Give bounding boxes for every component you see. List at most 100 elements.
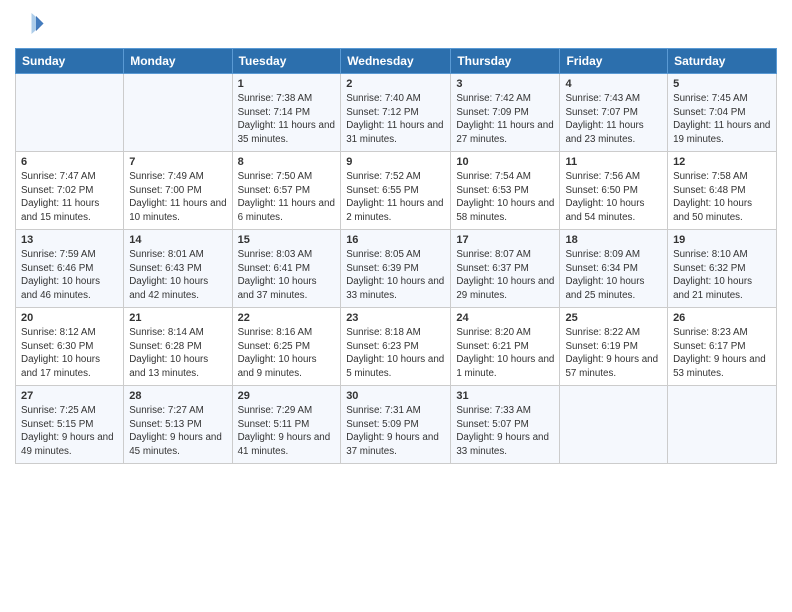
cell-content: Sunrise: 7:43 AM Sunset: 7:07 PM Dayligh… [565,92,662,147]
day-number: 9 [346,156,445,168]
calendar-cell: 3Sunrise: 7:42 AM Sunset: 7:09 PM Daylig… [451,74,560,152]
cell-content: Sunrise: 7:54 AM Sunset: 6:53 PM Dayligh… [456,170,554,225]
calendar-cell: 30Sunrise: 7:31 AM Sunset: 5:09 PM Dayli… [341,386,451,464]
day-number: 19 [673,234,771,246]
calendar-cell: 18 Sunrise: 8:09 AM Sunset: 6:34 PM Dayli… [560,230,668,308]
cell-content: Sunrise: 8:03 AM Sunset: 6:41 PM Dayligh… [238,248,336,303]
cell-content: Sunrise: 8:20 AM Sunset: 6:21 PM Dayligh… [456,326,554,381]
day-header-saturday: Saturday [668,49,777,74]
cell-content: Sunrise: 7:38 AM Sunset: 7:14 PM Dayligh… [238,92,336,147]
day-number: 8 [238,156,336,168]
calendar-cell [16,74,124,152]
cell-content: Sunrise: 7:47 AM Sunset: 7:02 PM Dayligh… [21,170,118,225]
calendar-cell: 26Sunrise: 8:23 AM Sunset: 6:17 PM Dayli… [668,308,777,386]
cell-content: Sunrise: 7:50 AM Sunset: 6:57 PM Dayligh… [238,170,336,225]
logo-icon [15,10,45,40]
cell-content: Sunrise: 7:29 AM Sunset: 5:11 PM Dayligh… [238,404,336,459]
cell-content: Sunrise: 7:31 AM Sunset: 5:09 PM Dayligh… [346,404,445,459]
day-number: 23 [346,312,445,324]
day-number: 6 [21,156,118,168]
day-number: 5 [673,78,771,90]
day-header-wednesday: Wednesday [341,49,451,74]
calendar-cell: 2 Sunrise: 7:40 AM Sunset: 7:12 PM Daylig… [341,74,451,152]
day-number: 20 [21,312,118,324]
week-row-4: 20 Sunrise: 8:12 AM Sunset: 6:30 PM Dayli… [16,308,777,386]
calendar-cell: 21Sunrise: 8:14 AM Sunset: 6:28 PM Dayli… [124,308,232,386]
cell-content: Sunrise: 8:12 AM Sunset: 6:30 PM Dayligh… [21,326,118,381]
day-number: 13 [21,234,118,246]
cell-content: Sunrise: 7:27 AM Sunset: 5:13 PM Dayligh… [129,404,226,459]
cell-content: Sunrise: 7:45 AM Sunset: 7:04 PM Dayligh… [673,92,771,147]
week-row-2: 6 Sunrise: 7:47 AM Sunset: 7:02 PM Daylig… [16,152,777,230]
cell-content: Sunrise: 8:09 AM Sunset: 6:34 PM Dayligh… [565,248,662,303]
calendar-cell: 27 Sunrise: 7:25 AM Sunset: 5:15 PM Dayli… [16,386,124,464]
day-number: 11 [565,156,662,168]
calendar-cell: 4 Sunrise: 7:43 AM Sunset: 7:07 PM Daylig… [560,74,668,152]
day-number: 25 [565,312,662,324]
day-number: 31 [456,390,554,402]
calendar-cell: 31 Sunrise: 7:33 AM Sunset: 5:07 PM Dayli… [451,386,560,464]
day-number: 10 [456,156,554,168]
day-number: 22 [238,312,336,324]
cell-content: Sunrise: 8:18 AM Sunset: 6:23 PM Dayligh… [346,326,445,381]
day-number: 29 [238,390,336,402]
calendar-cell: 19 Sunrise: 8:10 AM Sunset: 6:32 PM Dayli… [668,230,777,308]
calendar-cell: 14 Sunrise: 8:01 AM Sunset: 6:43 PM Dayli… [124,230,232,308]
page: SundayMondayTuesdayWednesdayThursdayFrid… [0,0,792,612]
cell-content: Sunrise: 7:58 AM Sunset: 6:48 PM Dayligh… [673,170,771,225]
cell-content: Sunrise: 8:16 AM Sunset: 6:25 PM Dayligh… [238,326,336,381]
calendar-cell: 16Sunrise: 8:05 AM Sunset: 6:39 PM Dayli… [341,230,451,308]
calendar-cell: 8 Sunrise: 7:50 AM Sunset: 6:57 PM Daylig… [232,152,341,230]
day-header-friday: Friday [560,49,668,74]
calendar-cell: 7Sunrise: 7:49 AM Sunset: 7:00 PM Daylig… [124,152,232,230]
cell-content: Sunrise: 8:10 AM Sunset: 6:32 PM Dayligh… [673,248,771,303]
cell-content: Sunrise: 8:14 AM Sunset: 6:28 PM Dayligh… [129,326,226,381]
day-number: 27 [21,390,118,402]
day-number: 1 [238,78,336,90]
calendar-cell: 6 Sunrise: 7:47 AM Sunset: 7:02 PM Daylig… [16,152,124,230]
week-row-3: 13Sunrise: 7:59 AM Sunset: 6:46 PM Dayli… [16,230,777,308]
header [15,10,777,40]
cell-content: Sunrise: 7:33 AM Sunset: 5:07 PM Dayligh… [456,404,554,459]
cell-content: Sunrise: 7:52 AM Sunset: 6:55 PM Dayligh… [346,170,445,225]
cell-content: Sunrise: 8:01 AM Sunset: 6:43 PM Dayligh… [129,248,226,303]
day-number: 3 [456,78,554,90]
calendar-cell: 9 Sunrise: 7:52 AM Sunset: 6:55 PM Daylig… [341,152,451,230]
logo [15,10,49,40]
day-number: 24 [456,312,554,324]
week-row-1: 1 Sunrise: 7:38 AM Sunset: 7:14 PM Daylig… [16,74,777,152]
cell-content: Sunrise: 8:07 AM Sunset: 6:37 PM Dayligh… [456,248,554,303]
day-header-thursday: Thursday [451,49,560,74]
calendar-cell: 20 Sunrise: 8:12 AM Sunset: 6:30 PM Dayli… [16,308,124,386]
calendar-cell: 28 Sunrise: 7:27 AM Sunset: 5:13 PM Dayli… [124,386,232,464]
day-number: 4 [565,78,662,90]
calendar-cell: 5 Sunrise: 7:45 AM Sunset: 7:04 PM Daylig… [668,74,777,152]
cell-content: Sunrise: 7:25 AM Sunset: 5:15 PM Dayligh… [21,404,118,459]
cell-content: Sunrise: 8:22 AM Sunset: 6:19 PM Dayligh… [565,326,662,381]
day-number: 2 [346,78,445,90]
calendar-cell: 10 Sunrise: 7:54 AM Sunset: 6:53 PM Dayli… [451,152,560,230]
day-number: 28 [129,390,226,402]
day-number: 17 [456,234,554,246]
calendar-cell: 24 Sunrise: 8:20 AM Sunset: 6:21 PM Dayli… [451,308,560,386]
day-number: 12 [673,156,771,168]
day-number: 14 [129,234,226,246]
cell-content: Sunrise: 8:23 AM Sunset: 6:17 PM Dayligh… [673,326,771,381]
calendar-table: SundayMondayTuesdayWednesdayThursdayFrid… [15,48,777,464]
calendar-cell: 15Sunrise: 8:03 AM Sunset: 6:41 PM Dayli… [232,230,341,308]
day-number: 18 [565,234,662,246]
calendar-cell: 17 Sunrise: 8:07 AM Sunset: 6:37 PM Dayli… [451,230,560,308]
calendar-cell: 23 Sunrise: 8:18 AM Sunset: 6:23 PM Dayli… [341,308,451,386]
calendar-cell: 22 Sunrise: 8:16 AM Sunset: 6:25 PM Dayli… [232,308,341,386]
cell-content: Sunrise: 7:40 AM Sunset: 7:12 PM Dayligh… [346,92,445,147]
cell-content: Sunrise: 7:49 AM Sunset: 7:00 PM Dayligh… [129,170,226,225]
calendar-cell: 11 Sunrise: 7:56 AM Sunset: 6:50 PM Dayli… [560,152,668,230]
day-header-monday: Monday [124,49,232,74]
cell-content: Sunrise: 8:05 AM Sunset: 6:39 PM Dayligh… [346,248,445,303]
week-row-5: 27 Sunrise: 7:25 AM Sunset: 5:15 PM Dayli… [16,386,777,464]
calendar-cell: 25 Sunrise: 8:22 AM Sunset: 6:19 PM Dayli… [560,308,668,386]
calendar-cell [668,386,777,464]
day-header-tuesday: Tuesday [232,49,341,74]
cell-content: Sunrise: 7:56 AM Sunset: 6:50 PM Dayligh… [565,170,662,225]
day-header-sunday: Sunday [16,49,124,74]
